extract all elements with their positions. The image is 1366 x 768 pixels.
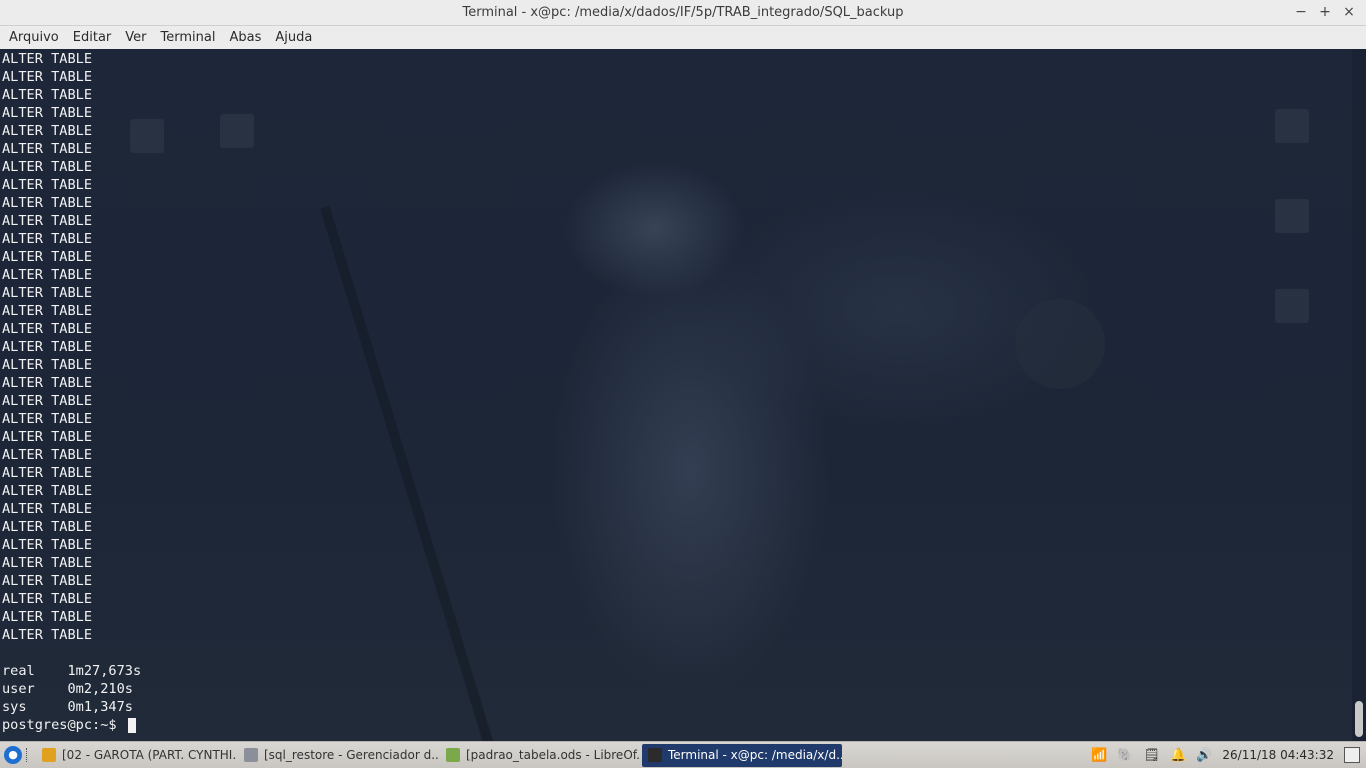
text-cursor: [127, 717, 136, 733]
terminal-line: ALTER TABLE: [2, 537, 93, 553]
terminal-line: ALTER TABLE: [2, 393, 93, 409]
terminal-line: ALTER TABLE: [2, 321, 93, 337]
terminal-line: ALTER TABLE: [2, 51, 93, 67]
minimize-button[interactable]: −: [1292, 3, 1310, 21]
menu-ver[interactable]: Ver: [118, 30, 153, 45]
terminal-line: ALTER TABLE: [2, 483, 93, 499]
terminal-line: ALTER TABLE: [2, 177, 93, 193]
terminal-line: ALTER TABLE: [2, 519, 93, 535]
terminal-view[interactable]: ALTER TABLE ALTER TABLE ALTER TABLE ALTER T…: [0, 49, 1366, 741]
terminal-icon: [648, 748, 662, 762]
terminal-prompt: postgres@pc:~$: [2, 717, 125, 733]
taskbar-task-label: [02 - GAROTA (PART. CYNTHI...: [62, 748, 236, 762]
taskbar-task-label: Terminal - x@pc: /media/x/d...: [668, 748, 842, 762]
terminal-line: real 1m27,673s: [2, 663, 142, 679]
taskbar-separator: [26, 748, 32, 762]
menu-editar[interactable]: Editar: [66, 30, 119, 45]
taskbar-task-label: [sql_restore - Gerenciador d...: [264, 748, 438, 762]
terminal-line: ALTER TABLE: [2, 141, 93, 157]
taskbar-task[interactable]: [02 - GAROTA (PART. CYNTHI...: [36, 744, 236, 767]
terminal-line: sys 0m1,347s: [2, 699, 133, 715]
terminal-line: ALTER TABLE: [2, 213, 93, 229]
terminal-line: ALTER TABLE: [2, 267, 93, 283]
terminal-line: ALTER TABLE: [2, 627, 93, 643]
menu-terminal[interactable]: Terminal: [154, 30, 223, 45]
menu-bar: Arquivo Editar Ver Terminal Abas Ajuda: [0, 26, 1366, 49]
terminal-line: ALTER TABLE: [2, 249, 93, 265]
terminal-line: ALTER TABLE: [2, 69, 93, 85]
volume-icon[interactable]: 🔊: [1196, 748, 1212, 763]
terminal-line: ALTER TABLE: [2, 411, 93, 427]
notification-bell-icon[interactable]: 🔔: [1170, 748, 1186, 763]
taskbar: ● [02 - GAROTA (PART. CYNTHI... [sql_rest…: [0, 741, 1366, 768]
taskbar-task[interactable]: [padrao_tabela.ods - LibreOf...: [440, 744, 640, 767]
terminal-line: ALTER TABLE: [2, 195, 93, 211]
terminal-line: ALTER TABLE: [2, 447, 93, 463]
start-menu-icon[interactable]: ●: [4, 746, 22, 764]
folder-icon: [244, 748, 258, 762]
terminal-line: ALTER TABLE: [2, 285, 93, 301]
window-title: Terminal - x@pc: /media/x/dados/IF/5p/TR…: [462, 5, 904, 20]
terminal-line: ALTER TABLE: [2, 123, 93, 139]
menu-abas[interactable]: Abas: [222, 30, 268, 45]
system-tray: 📶 🐘 🗒 🔔 🔊 26/11/18 04:43:32: [1091, 747, 1366, 763]
terminal-line: ALTER TABLE: [2, 465, 93, 481]
chrome-icon: [42, 748, 56, 762]
window-controls: − + ×: [1292, 3, 1358, 21]
window-titlebar[interactable]: Terminal - x@pc: /media/x/dados/IF/5p/TR…: [0, 0, 1366, 26]
terminal-line: ALTER TABLE: [2, 231, 93, 247]
maximize-button[interactable]: +: [1316, 3, 1334, 21]
terminal-line: ALTER TABLE: [2, 501, 93, 517]
terminal-line: ALTER TABLE: [2, 591, 93, 607]
terminal-line: ALTER TABLE: [2, 105, 93, 121]
show-desktop-button[interactable]: [1344, 747, 1360, 763]
terminal-line: ALTER TABLE: [2, 375, 93, 391]
menu-arquivo[interactable]: Arquivo: [2, 30, 66, 45]
terminal-prompt-line[interactable]: postgres@pc:~$: [2, 716, 1350, 734]
terminal-line: ALTER TABLE: [2, 357, 93, 373]
taskbar-task[interactable]: Terminal - x@pc: /media/x/d...: [642, 743, 842, 767]
task-list: [02 - GAROTA (PART. CYNTHI... [sql_restor…: [36, 743, 844, 767]
spreadsheet-icon: [446, 748, 460, 762]
terminal-line: ALTER TABLE: [2, 87, 93, 103]
terminal-output: ALTER TABLE ALTER TABLE ALTER TABLE ALTER T…: [2, 50, 1350, 734]
terminal-line: ALTER TABLE: [2, 159, 93, 175]
notes-icon[interactable]: 🗒: [1144, 748, 1161, 763]
terminal-line: ALTER TABLE: [2, 555, 93, 571]
terminal-line: user 0m2,210s: [2, 681, 133, 697]
terminal-line: ALTER TABLE: [2, 609, 93, 625]
menu-ajuda[interactable]: Ajuda: [268, 30, 319, 45]
taskbar-task[interactable]: [sql_restore - Gerenciador d...: [238, 744, 438, 767]
clock[interactable]: 26/11/18 04:43:32: [1222, 748, 1334, 762]
terminal-line: ALTER TABLE: [2, 429, 93, 445]
wifi-icon[interactable]: 📶: [1091, 748, 1107, 763]
terminal-scrollbar[interactable]: [1352, 49, 1366, 741]
taskbar-task-label: [padrao_tabela.ods - LibreOf...: [466, 748, 640, 762]
terminal-line: ALTER TABLE: [2, 303, 93, 319]
terminal-line: ALTER TABLE: [2, 339, 93, 355]
terminal-line: ALTER TABLE: [2, 573, 93, 589]
scrollbar-thumb[interactable]: [1355, 701, 1363, 737]
postgres-icon[interactable]: 🐘: [1117, 748, 1133, 763]
close-button[interactable]: ×: [1340, 3, 1358, 21]
